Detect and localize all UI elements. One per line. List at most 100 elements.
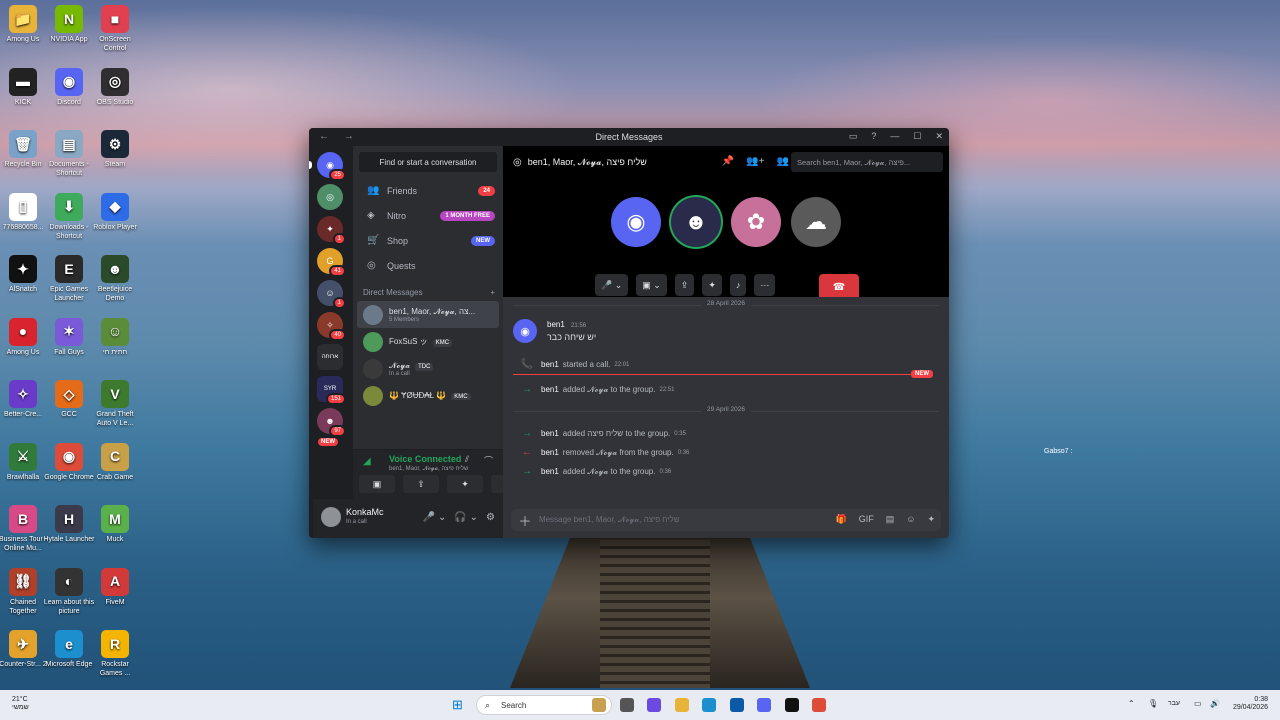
desktop-icon[interactable]: ◉ Google Chrome — [43, 442, 95, 482]
avatar[interactable] — [321, 507, 341, 527]
inbox-icon[interactable]: ▭ — [849, 131, 858, 142]
server-icon[interactable]: ✧ 40 — [317, 312, 346, 341]
edge-icon[interactable] — [702, 698, 716, 712]
dm-item[interactable]: 𝓝𝓸𝔂𝓪 TDC In a call — [357, 355, 499, 382]
server-icon[interactable]: ✦ 1 — [317, 216, 346, 245]
desktop-icon[interactable]: E Epic Games Launcher — [43, 255, 95, 303]
apps-icon[interactable]: ✦ — [927, 514, 935, 525]
server-icon[interactable]: ארוחה — [317, 344, 343, 370]
add-member-icon[interactable]: 👥+ — [746, 156, 764, 167]
call-participant[interactable]: ☻ — [671, 197, 721, 247]
mic-icon[interactable]: 🎙 — [1148, 699, 1158, 708]
call-screen-share-button[interactable]: ⇪ — [674, 274, 695, 296]
find-conversation-button[interactable]: Find or start a conversation — [359, 152, 497, 172]
desktop-icon[interactable]: ✈ Counter-Str... 2 — [0, 630, 49, 669]
desktop-icon[interactable]: ◇ GCC — [43, 380, 95, 419]
desktop-icon[interactable]: V Grand Theft Auto V Le... — [89, 380, 141, 428]
help-icon[interactable]: ? — [871, 131, 876, 142]
call-soundboard-button[interactable]: ♪ — [729, 274, 747, 296]
tray-chevron-icon[interactable]: ⌃ — [1128, 699, 1135, 708]
file-explorer-icon[interactable] — [674, 698, 689, 712]
desktop-icon[interactable]: R Rockstar Games ... — [89, 630, 141, 678]
desktop-icon[interactable]: e Microsoft Edge — [43, 630, 95, 669]
desktop-icon[interactable]: ▯ 776880658... — [0, 192, 49, 232]
server-icon[interactable]: ◉ 25 — [317, 152, 346, 181]
volume-icon[interactable]: 🔊 — [1210, 699, 1220, 708]
sticker-icon[interactable]: ▤ — [886, 514, 895, 525]
windows-start-icon[interactable]: ⊞ — [452, 698, 466, 712]
dm-item[interactable]: ben1, Maor, 𝓝𝓸𝔂𝓪, צה... 5 Members — [357, 301, 499, 328]
system-actor[interactable]: ben1 — [541, 429, 559, 438]
call-more-button[interactable]: ⋯ — [754, 274, 776, 296]
mute-button[interactable]: 🎤 ⌄ — [423, 512, 447, 523]
call-mic-button[interactable]: 🎤 ⌄ — [595, 274, 629, 296]
server-icon[interactable]: G 41 — [317, 248, 346, 277]
teams-icon[interactable] — [647, 698, 661, 712]
settings-button[interactable]: ⚙ — [486, 512, 495, 523]
app-icon[interactable] — [784, 698, 799, 712]
desktop-icon[interactable]: 📁 Among Us — [0, 5, 49, 44]
desktop-icon[interactable]: ■ OnScreen Control — [89, 5, 141, 53]
dm-item[interactable]: FoxSuS ッ KMC — [357, 328, 499, 355]
desktop-icon[interactable]: ◆ Roblox Player — [89, 192, 141, 232]
voice-channel[interactable]: ben1, Maor, 𝓝𝓸𝔂𝓪, שליח פיצה — [389, 466, 468, 473]
task-view-icon[interactable] — [619, 698, 634, 712]
desktop-icon[interactable]: 🗑 Recycle Bin — [0, 130, 49, 169]
weather-widget[interactable]: 21°C שמשי — [12, 696, 29, 712]
sidebar-item-quests[interactable]: ◎ Quests — [353, 253, 503, 278]
system-actor[interactable]: ben1 — [541, 467, 559, 476]
chrome-icon[interactable] — [812, 698, 826, 712]
create-dm-button[interactable]: + — [490, 288, 495, 297]
desktop-icon[interactable]: ⚙ Steam — [89, 130, 141, 169]
desktop-icon[interactable]: ⚔ Brawlhalla — [0, 442, 49, 482]
camera-button[interactable]: ▣ — [359, 475, 395, 493]
desktop-icon[interactable]: ⛓ Chained Together — [0, 567, 49, 616]
store-icon[interactable] — [729, 698, 744, 712]
call-participant[interactable]: ☁ — [791, 197, 841, 247]
server-icon[interactable]: ☻ 97 — [317, 408, 346, 437]
screen-share-button[interactable]: ⇪ — [403, 475, 439, 493]
message-avatar[interactable]: ◉ — [513, 319, 537, 343]
call-participant[interactable]: ✿ — [731, 197, 781, 247]
gif-icon[interactable]: GIF — [859, 514, 874, 525]
minimize-icon[interactable]: — — [890, 131, 899, 142]
call-camera-button[interactable]: ▣ ⌄ — [636, 274, 667, 296]
desktop-icon[interactable]: ◎ OBS Studio — [89, 67, 141, 107]
desktop-icon[interactable]: A FiveM — [89, 567, 141, 607]
desktop-icon[interactable]: ▬ KICK — [0, 67, 49, 107]
widgets-icon[interactable] — [592, 698, 606, 712]
desktop-icon[interactable]: ● Among Us — [0, 317, 49, 357]
disconnect-icon[interactable]: ⌒ — [484, 454, 493, 467]
desktop-icon[interactable]: B Business Tour - Online Mu... — [0, 505, 49, 553]
input-language[interactable]: עבר — [1168, 700, 1180, 707]
network-icon[interactable]: ▭ — [1194, 699, 1202, 708]
taskbar-clock[interactable]: 0:38 29/04/2026 — [1233, 696, 1268, 712]
desktop-icon[interactable]: C Crab Game — [89, 442, 141, 482]
activities-button[interactable]: ✦ — [447, 475, 483, 493]
desktop-icon[interactable]: ✧ Better-Cre... — [0, 380, 49, 419]
search-input[interactable]: Search ben1, Maor, 𝓝𝓸𝔂𝓪, פיצה... — [791, 152, 943, 172]
desktop-icon[interactable]: ✦ AlSnatch — [0, 255, 49, 294]
system-actor[interactable]: ben1 — [541, 448, 559, 457]
desktop-icon[interactable]: ◉ Discord — [43, 67, 95, 107]
attach-icon[interactable]: ＋ — [511, 511, 539, 530]
desktop-icon[interactable]: M Muck — [89, 505, 141, 544]
desktop-icon[interactable]: H Hytale Launcher — [43, 505, 95, 544]
desktop-icon[interactable]: ▤ Documents - Shortcut — [43, 130, 95, 178]
call-participant[interactable]: ◉ — [611, 197, 661, 247]
noise-suppression-icon[interactable]: ⫽ — [465, 454, 469, 465]
desktop-icon[interactable]: ⬇ Downloads - Shortcut — [43, 192, 95, 241]
deafen-button[interactable]: 🎧 ⌄ — [454, 512, 478, 523]
system-actor[interactable]: ben1 — [541, 385, 559, 394]
maximize-icon[interactable]: ☐ — [913, 131, 921, 142]
desktop-icon[interactable]: ✶ Fall Guys — [43, 317, 95, 357]
channel-title[interactable]: ben1, Maor, 𝓝𝓸𝔂𝓪, שליח פיצה — [528, 157, 647, 168]
sidebar-item-nitro[interactable]: ◈ Nitro 1 MONTH FREE — [353, 203, 503, 228]
message-author[interactable]: ben1 — [547, 320, 565, 329]
dm-item[interactable]: 🔱 ɎØɄĐ₳Ł 🔱 KMC — [357, 382, 499, 409]
system-actor[interactable]: ben1 — [541, 360, 559, 369]
desktop-icon[interactable]: ◐ Learn about this picture — [43, 567, 95, 616]
server-icon[interactable]: ◎ — [317, 184, 343, 210]
member-list-icon[interactable]: 👥 — [777, 156, 789, 167]
close-icon[interactable]: ✕ — [935, 131, 943, 142]
